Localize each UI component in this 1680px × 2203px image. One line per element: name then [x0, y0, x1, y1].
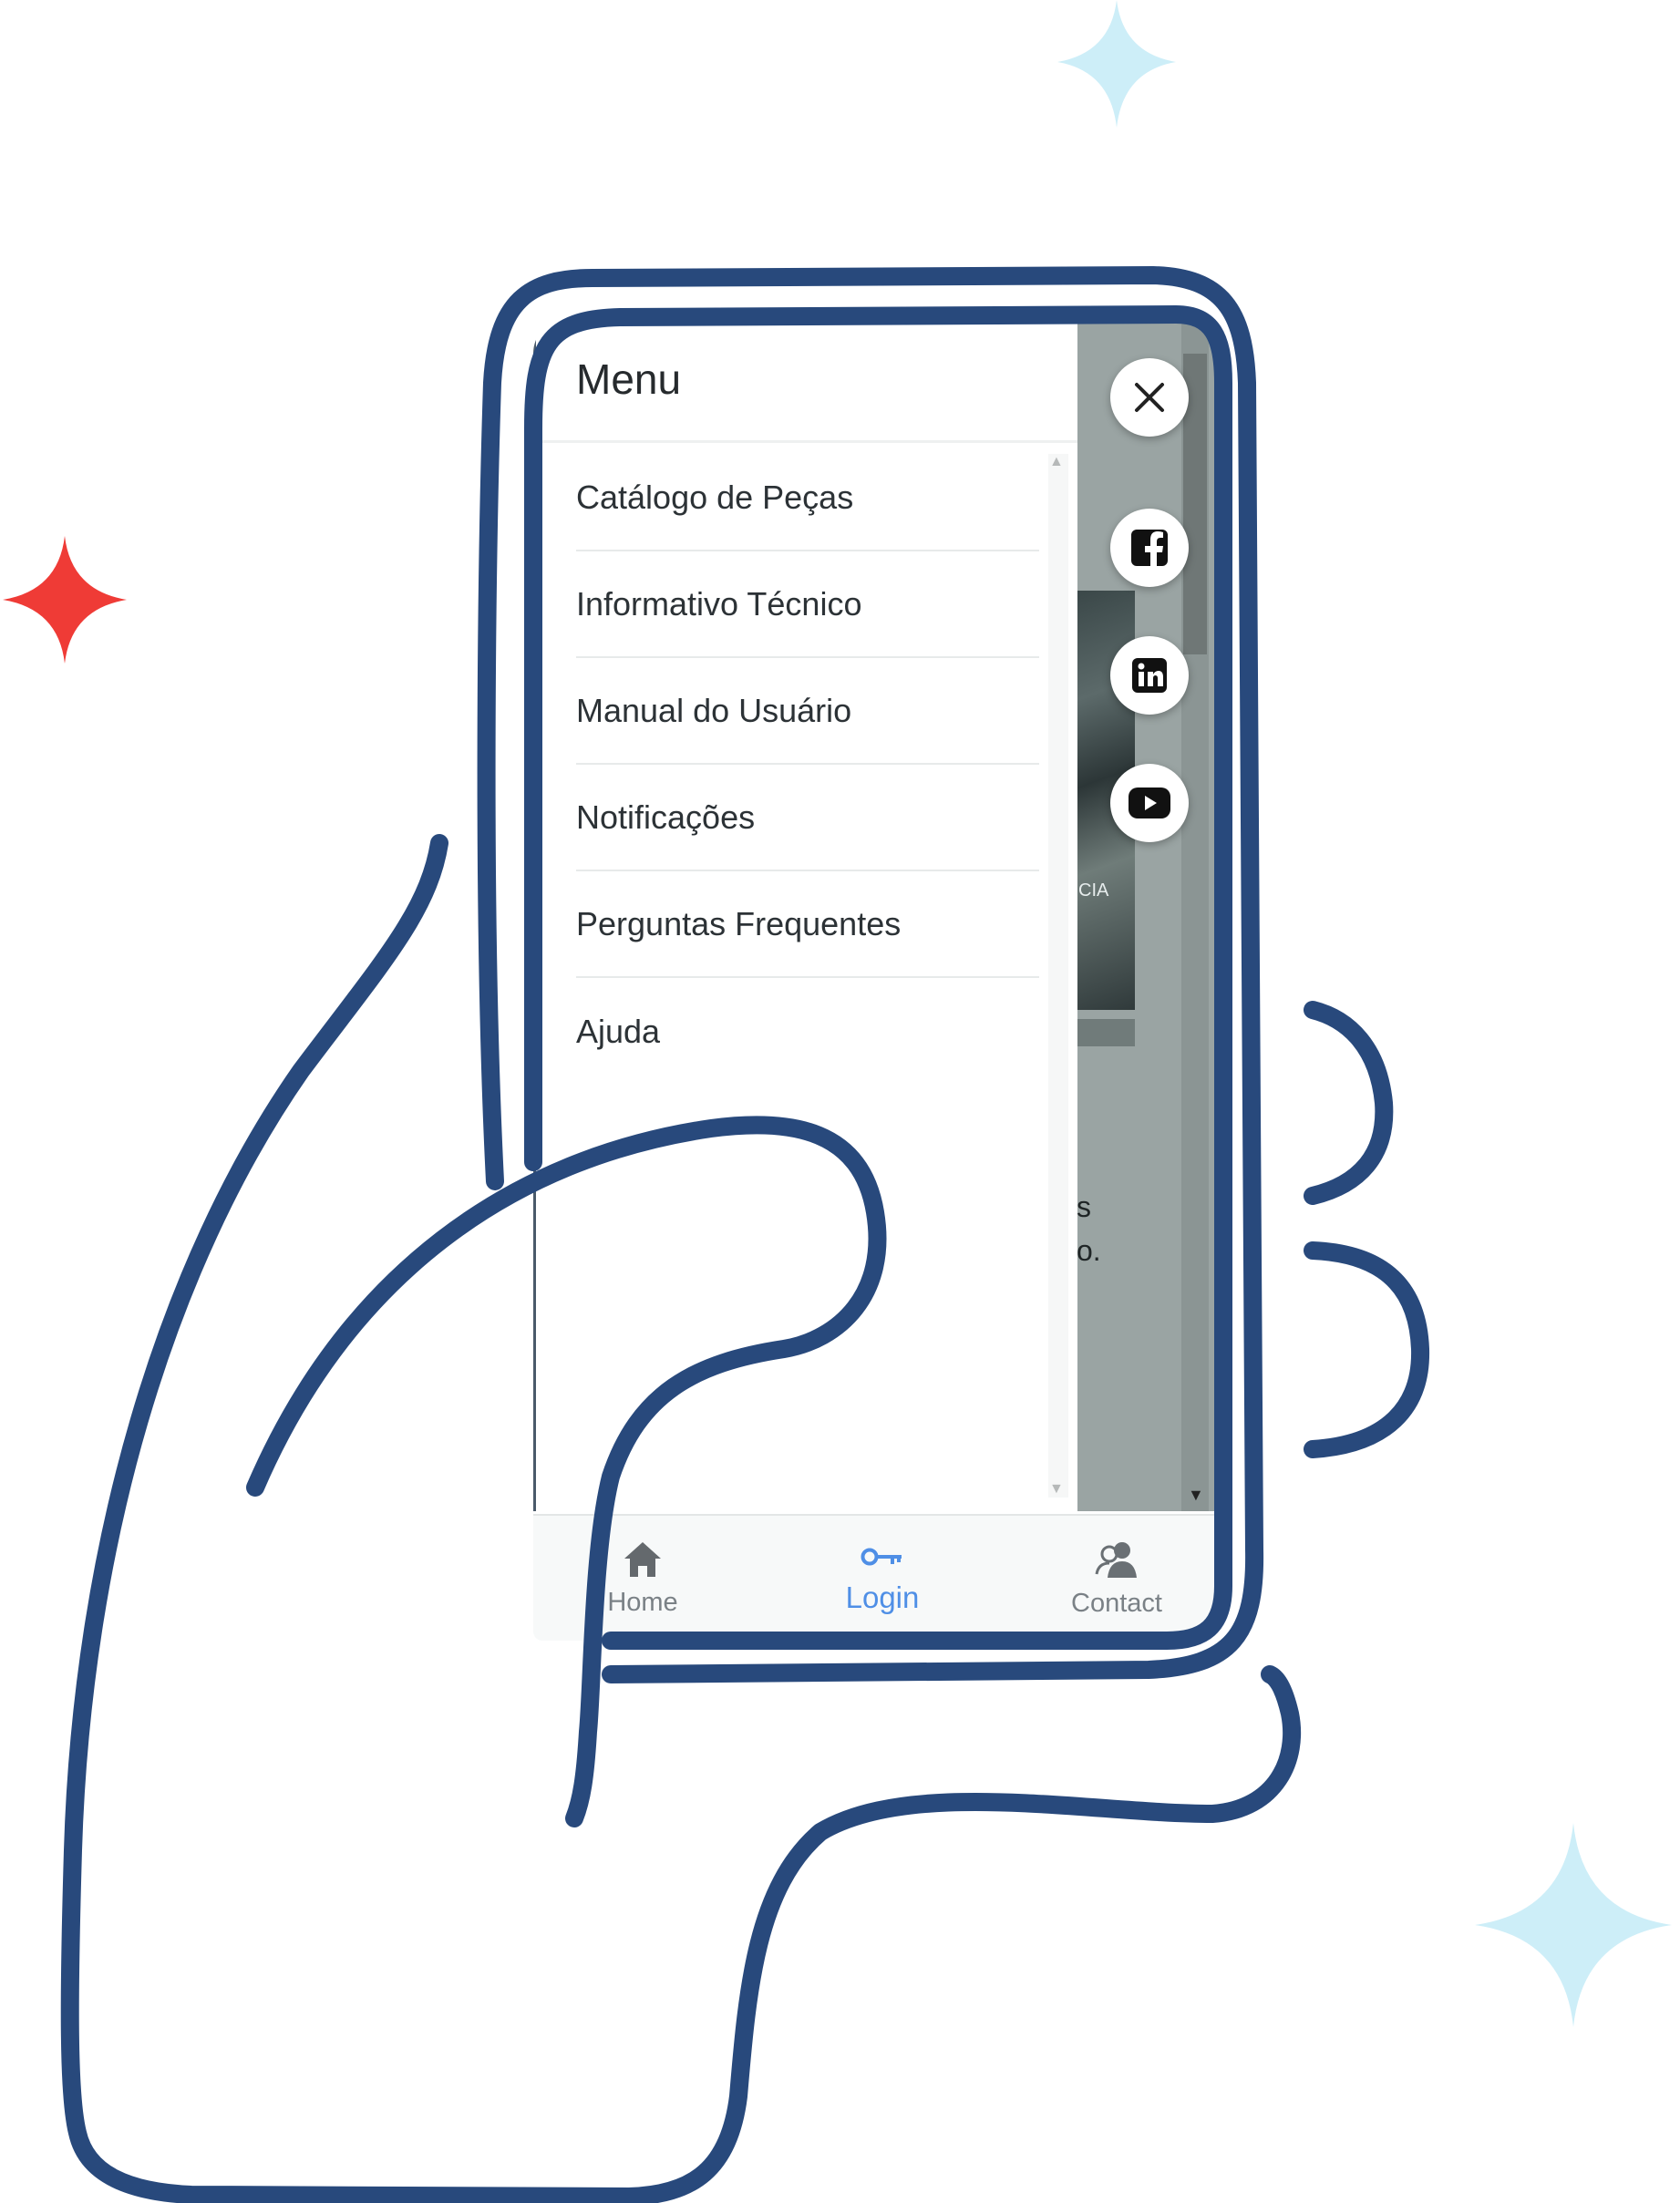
menu-item-catalogo[interactable]: Catálogo de Peças [576, 445, 1039, 551]
menu-item-notificacoes[interactable]: Notificações [576, 765, 1039, 871]
drawer-header: Menu [536, 317, 1077, 443]
nav-login-label: Login [845, 1580, 920, 1614]
backdrop-text-fragment-1: s [1077, 1190, 1091, 1223]
nav-home-label: Home [607, 1588, 678, 1617]
menu-drawer: Menu Catálogo de Peças Informativo Técni… [533, 317, 1077, 1511]
backdrop-text-fragment-2: o. [1077, 1234, 1101, 1267]
drawer-scroll-up-arrow[interactable]: ▲ [1049, 454, 1064, 470]
menu-list: Catálogo de Peças Informativo Técnico Ma… [576, 445, 1039, 1085]
linkedin-icon [1132, 658, 1167, 693]
youtube-icon [1129, 788, 1170, 818]
nav-login[interactable]: Login [823, 1516, 942, 1641]
nav-contact[interactable]: Contact [1053, 1516, 1180, 1641]
linkedin-button[interactable] [1110, 636, 1189, 715]
drawer-title: Menu [576, 355, 682, 403]
menu-item-perguntas[interactable]: Perguntas Frequentes [576, 871, 1039, 978]
facebook-icon [1131, 530, 1168, 568]
backdrop-caption: CIA [1078, 880, 1109, 901]
close-icon [1135, 383, 1164, 412]
nav-contact-label: Contact [1071, 1589, 1162, 1618]
sparkle-red [3, 536, 127, 664]
menu-item-manual[interactable]: Manual do Usuário [576, 658, 1039, 765]
phone-screen: CIA s o. ▼ Menu Catálogo de Peças Inform… [533, 317, 1223, 1641]
finger-upper-outline [1304, 1001, 1394, 1205]
menu-item-informativo[interactable]: Informativo Técnico [576, 551, 1039, 658]
youtube-button[interactable] [1110, 764, 1189, 842]
finger-lower-outline [1304, 1241, 1430, 1458]
menu-item-ajuda[interactable]: Ajuda [576, 978, 1039, 1085]
page-scroll-down-arrow[interactable]: ▼ [1188, 1486, 1204, 1505]
backdrop-band [1075, 1019, 1135, 1046]
facebook-button[interactable] [1110, 509, 1189, 587]
home-icon [624, 1542, 661, 1577]
close-button[interactable] [1110, 358, 1189, 437]
nav-home[interactable]: Home [593, 1516, 693, 1641]
sparkle-light-top [1057, 0, 1176, 128]
drawer-scroll-down-arrow[interactable]: ▼ [1049, 1481, 1064, 1498]
key-icon [861, 1548, 902, 1565]
drawer-scrollbar[interactable] [1048, 454, 1068, 1498]
bottom-nav: Home Login Contact [533, 1514, 1223, 1641]
contact-icon [1095, 1542, 1137, 1578]
sparkle-light-bottom [1475, 1823, 1672, 2027]
